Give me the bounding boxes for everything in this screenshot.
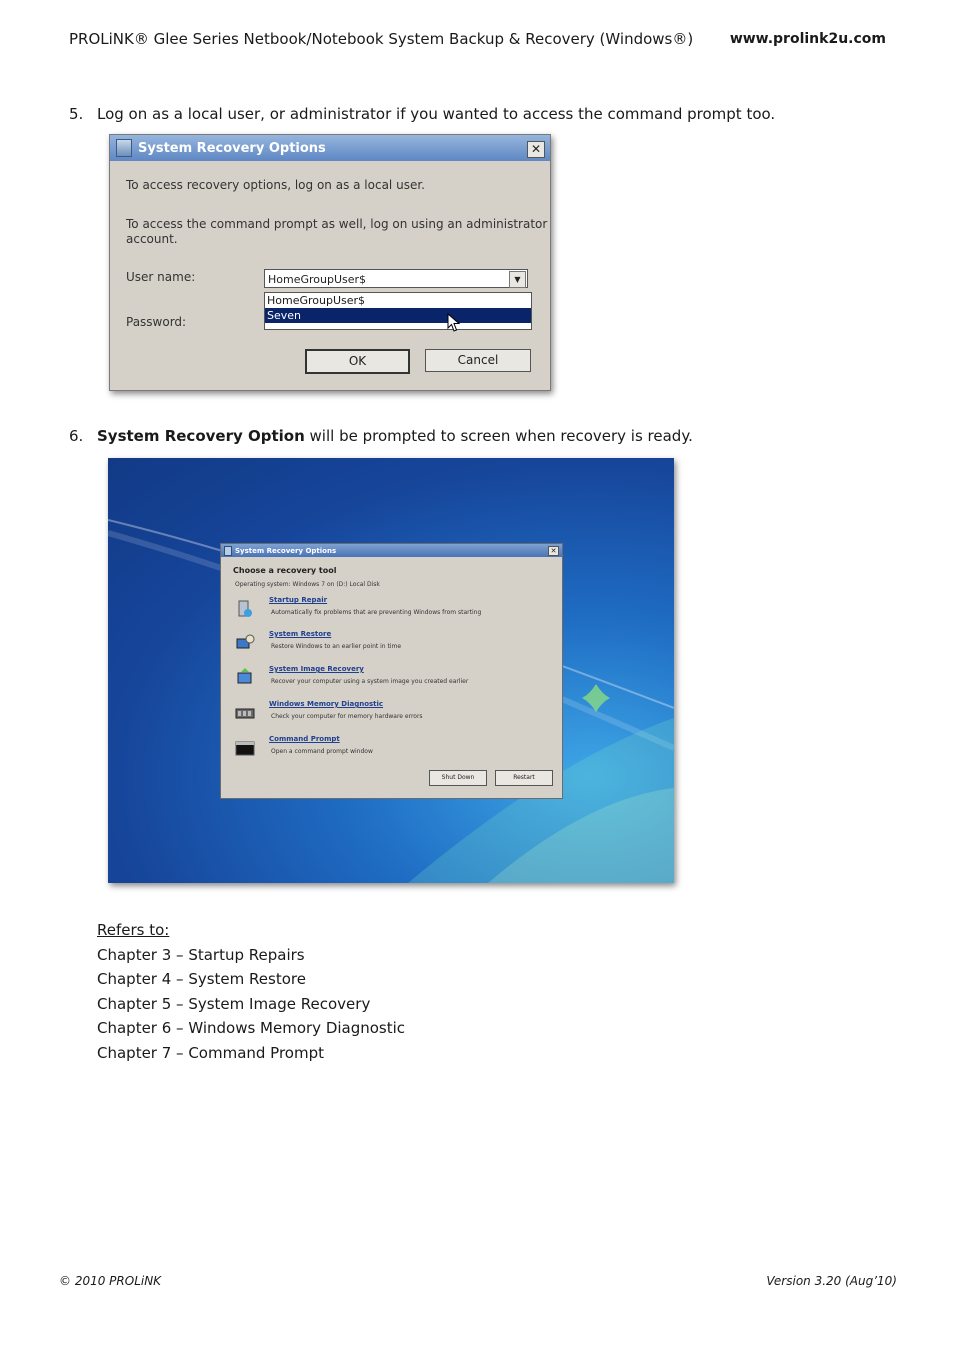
close-icon[interactable]: ✕ xyxy=(548,546,559,556)
step-6-bold: System Recovery Option xyxy=(97,427,305,445)
recovery-tools-dialog: System Recovery Options ✕ Choose a recov… xyxy=(220,543,563,799)
cancel-button[interactable]: Cancel xyxy=(425,349,531,372)
user-option-selected[interactable]: Seven xyxy=(265,308,531,323)
system-restore-icon xyxy=(236,634,255,649)
startup-repair-icon xyxy=(238,600,252,617)
restart-button[interactable]: Restart xyxy=(495,770,553,786)
mouse-cursor-icon xyxy=(447,313,461,332)
step-5-text: Log on as a local user, or administrator… xyxy=(97,105,776,123)
tool-description: Automatically fix problems that are prev… xyxy=(271,609,482,616)
user-dropdown-list[interactable]: HomeGroupUser$ Seven xyxy=(264,292,532,330)
ref-item: Chapter 6 – Windows Memory Diagnostic xyxy=(97,1019,406,1037)
tool-windows-memory-diagnostic[interactable]: Windows Memory Diagnostic Check your com… xyxy=(235,700,555,730)
close-icon[interactable]: ✕ xyxy=(527,141,545,158)
login-dialog-screenshot: System Recovery Options ✕ To access reco… xyxy=(109,134,551,391)
step-5: 5. Log on as a local user, or administrat… xyxy=(69,105,775,123)
tool-startup-repair[interactable]: Startup Repair Automatically fix problem… xyxy=(235,596,555,626)
operating-system-text: Operating system: Windows 7 on (D:) Loca… xyxy=(235,581,380,588)
password-label: Password: xyxy=(126,315,187,329)
tool-description: Restore Windows to an earlier point in t… xyxy=(271,643,402,650)
recovery-desktop-screenshot: System Recovery Options ✕ Choose a recov… xyxy=(108,458,674,883)
tool-link[interactable]: System Image Recovery xyxy=(269,665,364,673)
chapter-references: Refers to: Chapter 3 – Startup Repairs C… xyxy=(97,918,405,1065)
user-name-label: User name: xyxy=(126,270,196,284)
ok-button[interactable]: OK xyxy=(305,349,410,374)
footer-copyright: © 2010 PROLiNK xyxy=(59,1274,162,1288)
tool-link[interactable]: Startup Repair xyxy=(269,596,327,604)
ref-item: Chapter 4 – System Restore xyxy=(97,970,306,988)
header-website[interactable]: www.prolink2u.com xyxy=(730,31,886,47)
tool-system-image-recovery[interactable]: System Image Recovery Recover your compu… xyxy=(235,665,555,695)
tool-description: Check your computer for memory hardware … xyxy=(271,713,423,720)
shut-down-button[interactable]: Shut Down xyxy=(429,770,487,786)
tool-description: Open a command prompt window xyxy=(271,748,373,755)
command-prompt-icon xyxy=(235,741,255,756)
recovery-dialog-title: System Recovery Options xyxy=(235,546,337,555)
window-icon xyxy=(116,139,132,157)
window-icon xyxy=(224,545,232,556)
ref-item: Chapter 5 – System Image Recovery xyxy=(97,994,371,1013)
user-option[interactable]: HomeGroupUser$ xyxy=(265,293,531,308)
tool-link[interactable]: System Restore xyxy=(269,630,331,638)
ref-item: Chapter 3 – Startup Repairs xyxy=(97,945,305,964)
login-line2a: To access the command prompt as well, lo… xyxy=(126,217,548,231)
recovery-heading: Choose a recovery tool xyxy=(233,566,337,575)
step-6-number: 6. xyxy=(69,427,84,445)
login-dialog-titlebar: System Recovery Options xyxy=(110,135,550,161)
tool-system-restore[interactable]: System Restore Restore Windows to an ear… xyxy=(235,630,555,660)
system-image-recovery-icon xyxy=(237,668,252,684)
footer-version: Version 3.20 (Aug’10) xyxy=(766,1274,897,1288)
memory-chip-icon xyxy=(235,708,255,719)
tool-link[interactable]: Command Prompt xyxy=(269,735,340,743)
tool-link[interactable]: Windows Memory Diagnostic xyxy=(269,700,383,708)
ref-item: Chapter 7 – Command Prompt xyxy=(97,1043,324,1062)
tool-description: Recover your computer using a system ima… xyxy=(271,678,469,685)
login-dialog-title: System Recovery Options xyxy=(138,140,326,156)
step-6-text: will be prompted to screen when recovery… xyxy=(304,427,693,445)
login-line2b: account. xyxy=(126,232,178,246)
header-title: PROLiNK® Glee Series Netbook/Notebook Sy… xyxy=(69,30,694,48)
tool-command-prompt[interactable]: Command Prompt Open a command prompt win… xyxy=(235,735,555,765)
step-6: 6. System Recovery Option will be prompte… xyxy=(69,427,693,445)
chevron-down-icon[interactable]: ▼ xyxy=(509,271,526,288)
user-name-select[interactable]: HomeGroupUser$ ▼ xyxy=(264,269,528,288)
refs-heading: Refers to: xyxy=(97,921,170,939)
user-name-value: HomeGroupUser$ xyxy=(268,273,367,286)
recovery-dialog-titlebar: System Recovery Options xyxy=(221,544,562,557)
step-5-number: 5. xyxy=(69,105,84,123)
login-line1: To access recovery options, log on as a … xyxy=(126,178,425,192)
